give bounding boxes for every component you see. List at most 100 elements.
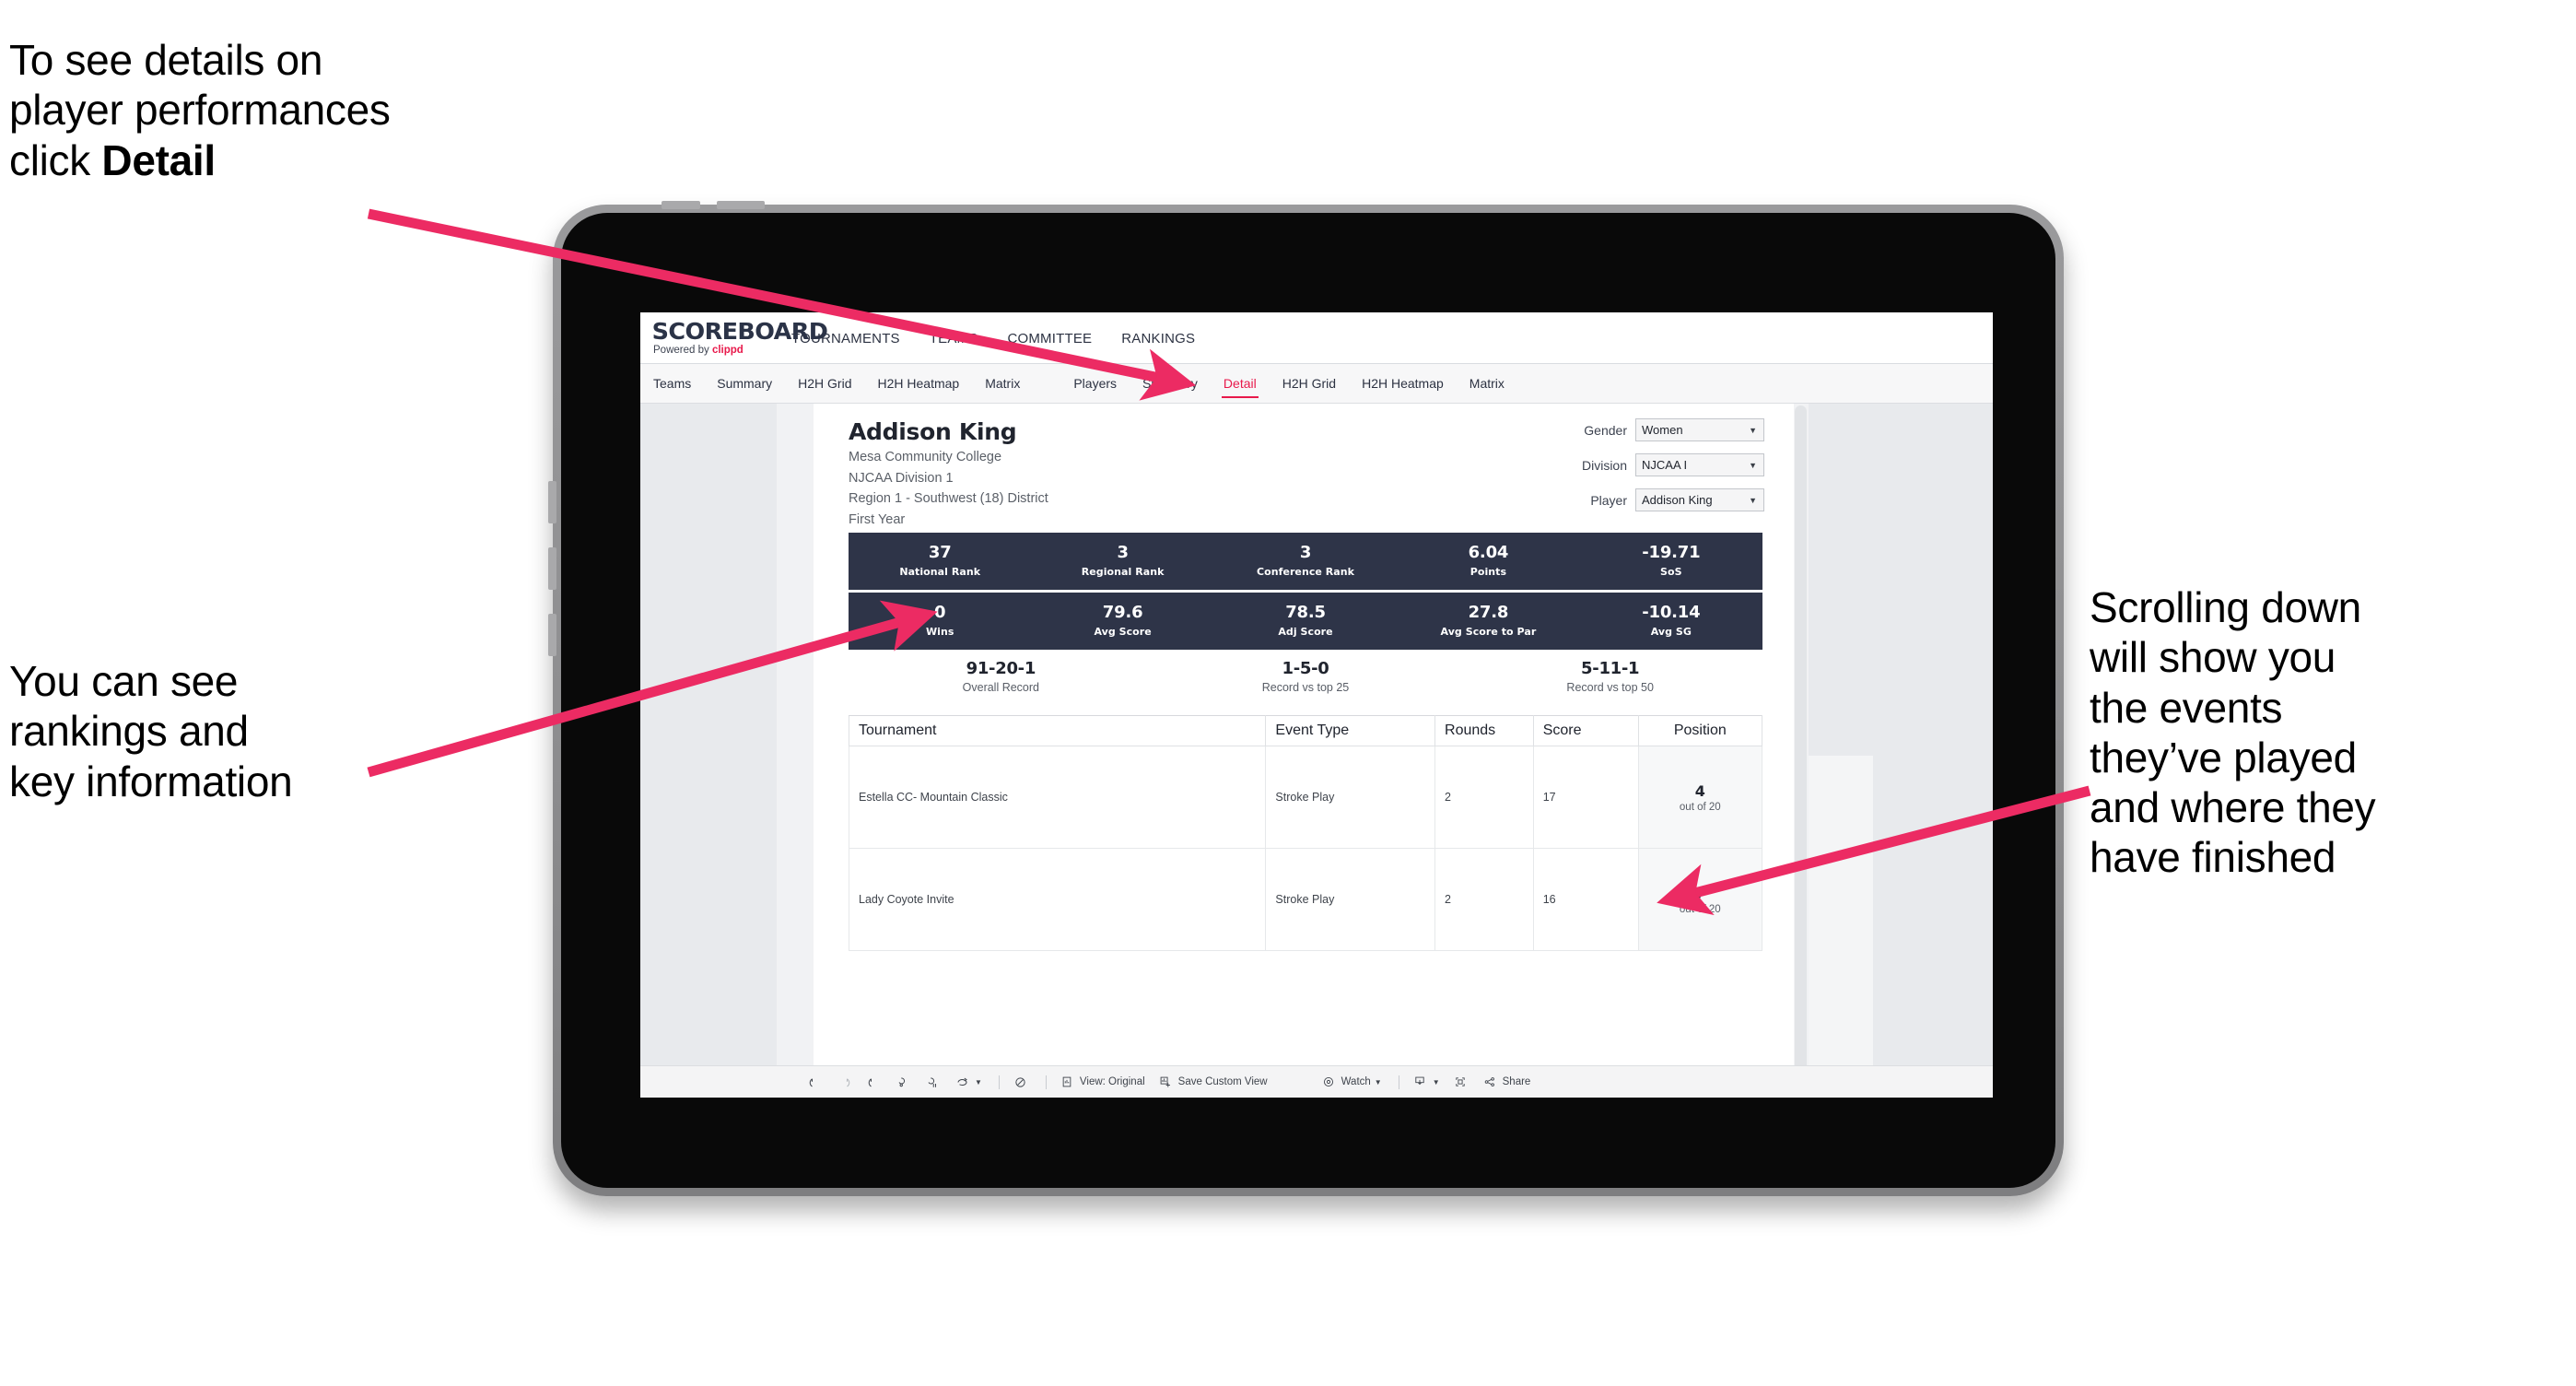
position-number: 4 <box>1694 781 1705 800</box>
filter-select-gender[interactable]: Women ▼ <box>1635 418 1764 441</box>
record-vs-top-25: 1-5-0 Record vs top 25 <box>1153 659 1458 694</box>
tablet-device-frame: SCOREBOARD Powered by clippd TOURNAMENTS… <box>548 201 2064 1196</box>
stats-row-scoring: 0 Wins 79.6 Avg Score 78.5 Adj Score 27.… <box>849 593 1762 650</box>
chevron-down-icon: ▼ <box>1749 460 1757 470</box>
tab-players-summary[interactable]: Summary <box>1130 364 1211 403</box>
player-detail-card: Addison King Mesa Community College NJCA… <box>814 404 1794 1066</box>
annotation-right-line6: have finished <box>2090 833 2336 882</box>
undo-icon <box>806 1074 824 1091</box>
record-value: 91-20-1 <box>966 659 1036 678</box>
player-region: Region 1 - Southwest (18) District <box>849 491 1048 507</box>
save-custom-view-button[interactable]: Save Custom View <box>1153 1070 1271 1094</box>
fullscreen-button[interactable] <box>1448 1070 1473 1094</box>
filter-label-division: Division <box>1581 457 1627 473</box>
redo-icon <box>836 1074 853 1091</box>
view-original-label: View: Original <box>1079 1076 1145 1087</box>
share-label: Share <box>1502 1076 1531 1087</box>
annotation-mid-left-line1: You can see <box>9 657 239 705</box>
watch-label: Watch <box>1341 1076 1371 1087</box>
filter-value-gender: Women <box>1642 423 1683 437</box>
stat-conference-rank: 3 Conference Rank <box>1214 543 1397 578</box>
filter-value-player: Addison King <box>1642 493 1713 507</box>
cell-tournament: Estella CC- Mountain Classic <box>848 746 1267 849</box>
tab-teams-h2h-heatmap[interactable]: H2H Heatmap <box>865 364 973 403</box>
stat-label: Points <box>1469 565 1507 578</box>
auto-update-button[interactable]: ▼ <box>950 1070 986 1094</box>
tab-teams[interactable]: Teams <box>640 364 704 403</box>
undo-button[interactable] <box>802 1070 827 1094</box>
redo-button[interactable] <box>832 1070 857 1094</box>
pause-button[interactable] <box>920 1070 945 1094</box>
annotation-top-left-line2: player performances <box>9 86 391 135</box>
chevron-down-icon: ▼ <box>975 1077 982 1086</box>
annotation-top-left-line1: To see details on <box>9 36 323 84</box>
record-label: Record vs top 50 <box>1566 681 1654 694</box>
tab-players-h2h-grid[interactable]: H2H Grid <box>1270 364 1349 403</box>
annotation-top-left: To see details on player performances cl… <box>9 35 617 185</box>
card-left-gutter <box>777 404 814 1066</box>
column-header-score[interactable]: Score <box>1532 715 1639 746</box>
stat-value: 79.6 <box>1102 603 1143 623</box>
watch-icon <box>1320 1074 1338 1091</box>
refresh-button[interactable] <box>891 1070 916 1094</box>
filter-row-division: Division NJCAA I ▼ <box>1552 453 1764 476</box>
filter-select-player[interactable]: Addison King ▼ <box>1635 488 1764 511</box>
share-button[interactable]: Share <box>1478 1070 1535 1094</box>
stat-label: Conference Rank <box>1257 565 1355 578</box>
annotation-right-line1: Scrolling down <box>2090 583 2361 631</box>
column-header-position[interactable]: Position <box>1637 715 1763 746</box>
fullscreen-icon <box>1452 1074 1469 1091</box>
tab-teams-matrix[interactable]: Matrix <box>972 364 1033 403</box>
chevron-down-icon: ▼ <box>1374 1077 1382 1086</box>
tab-players-detail[interactable]: Detail <box>1211 364 1270 403</box>
download-button[interactable]: ▼ <box>1408 1070 1444 1094</box>
stat-avg-sg: -10.14 Avg SG <box>1580 604 1762 638</box>
record-value: 1-5-0 <box>1282 659 1329 678</box>
stat-points: 6.04 Points <box>1397 544 1579 578</box>
table-row[interactable]: Estella CC- Mountain Classic Stroke Play… <box>848 746 1763 849</box>
save-custom-view-label: Save Custom View <box>1177 1076 1268 1087</box>
view-icon <box>1059 1074 1076 1091</box>
dashboard-body: Addison King Mesa Community College NJCA… <box>640 404 1993 1098</box>
clear-selections-button[interactable] <box>1008 1070 1033 1094</box>
player-header: Addison King Mesa Community College NJCA… <box>849 418 1048 529</box>
stat-value: -19.71 <box>1642 543 1701 563</box>
nav-link-teams[interactable]: TEAMS <box>915 312 993 364</box>
dashboard-right-patch <box>1809 756 1873 1066</box>
cell-event-type: Stroke Play <box>1265 848 1436 951</box>
revert-icon <box>865 1074 883 1091</box>
filter-label-player: Player <box>1590 492 1627 508</box>
player-name: Addison King <box>849 418 1017 445</box>
nav-link-committee[interactable]: COMMITTEE <box>992 312 1107 364</box>
tab-players-matrix[interactable]: Matrix <box>1457 364 1517 403</box>
tab-players-h2h-heatmap[interactable]: H2H Heatmap <box>1349 364 1457 403</box>
column-header-rounds[interactable]: Rounds <box>1434 715 1534 746</box>
watch-button[interactable]: Watch ▼ <box>1317 1070 1386 1094</box>
revert-button[interactable] <box>861 1070 886 1094</box>
chevron-down-icon: ▼ <box>1749 495 1757 505</box>
records-row: 91-20-1 Overall Record 1-5-0 Record vs t… <box>849 659 1762 694</box>
tab-teams-h2h-grid[interactable]: H2H Grid <box>785 364 864 403</box>
tablet-power-button <box>662 201 700 209</box>
annotation-mid-left-line3: key information <box>9 757 293 805</box>
table-row[interactable]: Lady Coyote Invite Stroke Play 2 16 7 ou… <box>848 848 1763 951</box>
position-outof: out of 20 <box>1679 903 1721 915</box>
logo-powered-by: Powered by clippd <box>653 346 777 357</box>
player-division: NJCAA Division 1 <box>849 470 954 486</box>
tablet-screen-bezel: SCOREBOARD Powered by clippd TOURNAMENTS… <box>561 213 2055 1188</box>
column-header-tournament[interactable]: Tournament <box>848 715 1267 746</box>
stat-value: 3 <box>1299 543 1312 563</box>
record-label: Record vs top 25 <box>1261 681 1350 694</box>
browser-viewport: SCOREBOARD Powered by clippd TOURNAMENTS… <box>640 312 1993 1098</box>
stat-regional-rank: 3 Regional Rank <box>1031 544 1213 578</box>
scoreboard-logo[interactable]: SCOREBOARD Powered by clippd <box>640 320 828 357</box>
nav-link-rankings[interactable]: RANKINGS <box>1107 312 1210 364</box>
view-original-button[interactable]: View: Original <box>1055 1070 1149 1094</box>
auto-update-icon <box>954 1074 971 1091</box>
tab-players[interactable]: Players <box>1060 364 1130 403</box>
card-scrollbar-thumb[interactable] <box>1795 405 1807 1098</box>
tab-teams-summary[interactable]: Summary <box>704 364 785 403</box>
stat-label: Avg SG <box>1650 625 1692 638</box>
filter-select-division[interactable]: NJCAA I ▼ <box>1635 453 1764 476</box>
column-header-event-type[interactable]: Event Type <box>1265 715 1436 746</box>
